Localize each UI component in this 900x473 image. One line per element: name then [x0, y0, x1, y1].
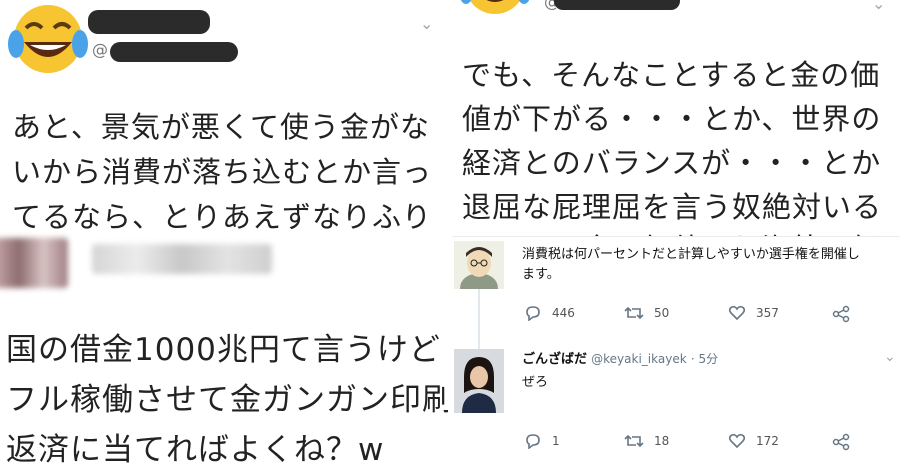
tweet-text-line: 退屈な屁理屈を言う奴絶対いる: [462, 190, 883, 224]
share-icon: [832, 433, 850, 451]
reply-icon: [526, 434, 540, 449]
laughing-crying-emoji-icon: [8, 5, 88, 73]
reply-button[interactable]: 446: [524, 305, 575, 321]
tweet-text: ぜろ: [522, 375, 549, 390]
tweet-text-line: ます。: [522, 267, 560, 282]
handle[interactable]: @keyaki_ikayek: [591, 352, 687, 366]
chevron-down-icon[interactable]: ⌄: [884, 349, 896, 365]
share-icon: [832, 305, 850, 323]
retweet-icon: [624, 306, 644, 320]
reply-count: 1: [552, 434, 560, 448]
panel-bottom-right: 消費税は何パーセントだと計算しやすいか選手権を開催し ます。 446 50 35…: [452, 236, 900, 473]
panel-top-right: @ ⌄ でも、そんなことすると金の価 値が下がる・・・とか、世界の 経済とのバラ…: [452, 0, 900, 240]
display-name[interactable]: ごんざばだ: [522, 352, 587, 367]
avatar-blurred: [0, 238, 68, 288]
handle-redacted: [554, 0, 680, 10]
timestamp[interactable]: · 5分: [691, 352, 718, 366]
like-count: 172: [756, 434, 779, 448]
laughing-crying-emoji-icon: [460, 0, 530, 14]
share-button[interactable]: [832, 433, 860, 451]
heart-icon: [728, 433, 746, 449]
chevron-down-icon[interactable]: ⌄: [872, 0, 885, 13]
like-button[interactable]: 357: [728, 305, 779, 321]
avatar-photo[interactable]: [454, 349, 504, 413]
retweet-count: 18: [654, 434, 670, 448]
handle-redacted: [110, 42, 238, 62]
retweet-button[interactable]: 50: [624, 305, 669, 321]
retweet-button[interactable]: 18: [624, 433, 669, 449]
avatar-illustrated-man[interactable]: [454, 241, 504, 289]
chevron-down-icon[interactable]: ⌄: [420, 14, 433, 33]
panel-top-left: @ ⌄ あと、景気が悪くて使う金がな いから消費が落ち込むとか言っ てるなら、と…: [0, 0, 448, 232]
share-button[interactable]: [832, 305, 860, 323]
reply-button[interactable]: 1: [524, 433, 560, 449]
tweet-text-line: 値が下がる・・・とか、世界の: [462, 102, 882, 136]
tweet-text-line: 国の借金1000兆円て言うけど: [6, 332, 441, 368]
handle-prefix: @: [92, 40, 108, 59]
like-count: 357: [756, 306, 779, 320]
reply-icon: [526, 306, 540, 321]
panel-bottom-left: 国の借金1000兆円て言うけど フル稼働させて金ガンガン印刷 返済に当てればよく…: [0, 232, 450, 472]
display-name-redacted: [88, 10, 210, 34]
heart-icon: [728, 305, 746, 321]
collage-divider: [448, 0, 452, 472]
like-button[interactable]: 172: [728, 433, 779, 449]
retweet-icon: [624, 434, 644, 448]
display-name-blurred: [92, 244, 272, 274]
tweet-text-line: 返済に当てればよくね？w: [6, 432, 385, 468]
tweet-header: ごんざばだ @keyaki_ikayek · 5分: [522, 349, 718, 370]
tweet-text-line: てるなら、とりあえずなりふり: [12, 200, 433, 232]
tweet-text-line: 経済とのバランスが・・・とか: [462, 146, 882, 180]
tweet-text-line: フル稼働させて金ガンガン印刷: [6, 382, 450, 418]
reply-count: 446: [552, 306, 575, 320]
tweet-text-line: あと、景気が悪くて使う金がな: [12, 110, 430, 144]
retweet-count: 50: [654, 306, 670, 320]
tweet-text-line: 消費税は何パーセントだと計算しやすいか選手権を開催し: [522, 247, 860, 262]
tweet-text-line: でも、そんなことすると金の価: [462, 58, 881, 92]
tweet-text-line: いから消費が落ち込むとか言っ: [12, 155, 433, 189]
